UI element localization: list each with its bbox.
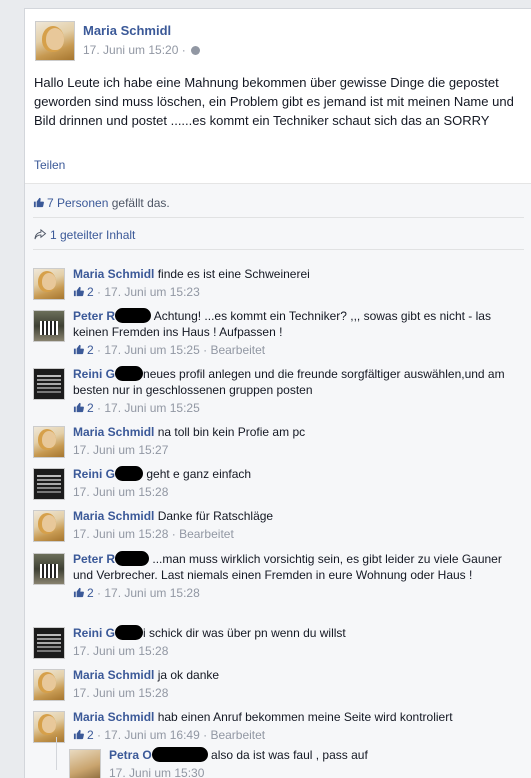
- post-card: Maria Schmidl 17. Juni um 15:20 · Hallo …: [24, 8, 531, 778]
- comment-text: na toll bin kein Profie am pc: [157, 425, 306, 439]
- thumbs-up-icon[interactable]: [73, 402, 84, 413]
- comment-timestamp[interactable]: 17. Juni um 15:28: [73, 527, 168, 541]
- commenter-name[interactable]: Maria Schmidl: [73, 509, 154, 523]
- comment-like-count[interactable]: 2: [87, 401, 94, 415]
- shares-summary[interactable]: 1 geteilter Inhalt: [33, 228, 135, 242]
- comment-timestamp[interactable]: 17. Juni um 15:28: [73, 644, 168, 658]
- post-timestamp[interactable]: 17. Juni um 15:20: [83, 43, 178, 57]
- feedback-section: 7 Personen gefällt das. 1 geteilter Inha…: [25, 183, 531, 778]
- commenter-avatar[interactable]: [33, 468, 65, 500]
- redaction-mark: [115, 366, 144, 381]
- thumbs-up-icon[interactable]: [73, 344, 84, 355]
- comment-edited-label[interactable]: Bearbeitet: [210, 343, 265, 357]
- comment-edited-label[interactable]: Bearbeitet: [179, 527, 234, 541]
- comment-like-count[interactable]: 2: [87, 285, 94, 299]
- comment-text: i schick dir was über pn wenn du willst: [143, 626, 346, 640]
- comment-timestamp[interactable]: 17. Juni um 16:49: [104, 728, 199, 742]
- commenter-name[interactable]: Reini G: [73, 467, 115, 481]
- comment-timestamp[interactable]: 17. Juni um 15:25: [104, 401, 199, 415]
- redaction-mark: [151, 747, 208, 762]
- commenter-name[interactable]: Peter R: [73, 309, 115, 323]
- commenter-avatar[interactable]: [33, 368, 65, 400]
- comment-edited-label[interactable]: Bearbeitet: [210, 728, 265, 742]
- commenter-avatar[interactable]: [33, 553, 65, 585]
- share-link[interactable]: Teilen: [34, 158, 65, 172]
- post-author-name[interactable]: Maria Schmidl: [83, 23, 171, 38]
- comment-timestamp[interactable]: 17. Juni um 15:25: [104, 343, 199, 357]
- comment-like-count[interactable]: 2: [87, 728, 94, 742]
- redaction-mark: [115, 551, 150, 566]
- commenter-avatar[interactable]: [69, 749, 101, 778]
- commenter-name[interactable]: Maria Schmidl: [73, 267, 154, 281]
- commenter-name[interactable]: Petra O: [109, 748, 152, 762]
- commenter-name[interactable]: Peter R: [73, 552, 115, 566]
- author-avatar[interactable]: [35, 21, 75, 61]
- comment-text: geht e ganz einfach: [146, 467, 252, 481]
- thumbs-up-icon[interactable]: [73, 286, 84, 297]
- comment-text: finde es ist eine Schweinerei: [157, 267, 310, 281]
- comment-timestamp[interactable]: 17. Juni um 15:28: [104, 586, 199, 600]
- commenter-avatar[interactable]: [33, 627, 65, 659]
- divider: [33, 249, 524, 250]
- commenter-avatar[interactable]: [33, 711, 65, 743]
- commenter-name[interactable]: Maria Schmidl: [73, 668, 154, 682]
- reply-thread-line: [56, 737, 57, 770]
- comment-text: hab einen Anruf bekommen meine Seite wir…: [157, 710, 453, 724]
- comment-like-count[interactable]: 2: [87, 343, 94, 357]
- comment-timestamp[interactable]: 17. Juni um 15:28: [73, 686, 168, 700]
- commenter-avatar[interactable]: [33, 669, 65, 701]
- globe-icon[interactable]: [191, 46, 201, 55]
- comment-text: also da ist was faul , pass auf: [211, 748, 368, 762]
- comment-timestamp[interactable]: 17. Juni um 15:27: [73, 443, 168, 457]
- comment-text: Danke für Ratschläge: [157, 509, 274, 523]
- comment-text: ja ok danke: [157, 668, 220, 682]
- comment-timestamp[interactable]: 17. Juni um 15:23: [104, 285, 199, 299]
- commenter-name[interactable]: Reini G: [73, 626, 115, 640]
- comment-timestamp[interactable]: 17. Juni um 15:28: [73, 485, 168, 499]
- commenter-name[interactable]: Maria Schmidl: [73, 710, 154, 724]
- commenter-avatar[interactable]: [33, 310, 65, 342]
- post-meta: 17. Juni um 15:20 ·: [83, 43, 201, 57]
- comment-like-count[interactable]: 2: [87, 586, 94, 600]
- share-arrow-icon: [34, 229, 47, 240]
- redaction-mark: [115, 625, 144, 640]
- redaction-mark: [115, 308, 152, 323]
- commenter-avatar[interactable]: [33, 268, 65, 300]
- redaction-mark: [115, 466, 144, 481]
- thumbs-up-icon[interactable]: [73, 729, 84, 740]
- comment-timestamp[interactable]: 17. Juni um 15:30: [109, 766, 204, 778]
- thumbs-up-icon[interactable]: [73, 587, 84, 598]
- commenter-name[interactable]: Maria Schmidl: [73, 425, 154, 439]
- post-header: Maria Schmidl 17. Juni um 15:20 ·: [35, 21, 201, 67]
- commenter-avatar[interactable]: [33, 510, 65, 542]
- likes-summary: 7 Personen gefällt das.: [33, 196, 170, 210]
- divider: [33, 217, 524, 218]
- commenter-avatar[interactable]: [33, 426, 65, 458]
- thumbs-up-icon: [33, 197, 44, 208]
- likes-count-link[interactable]: 7 Personen: [47, 196, 108, 210]
- post-body-text: Hallo Leute ich habe eine Mahnung bekomm…: [34, 75, 514, 128]
- commenter-name[interactable]: Reini G: [73, 367, 115, 381]
